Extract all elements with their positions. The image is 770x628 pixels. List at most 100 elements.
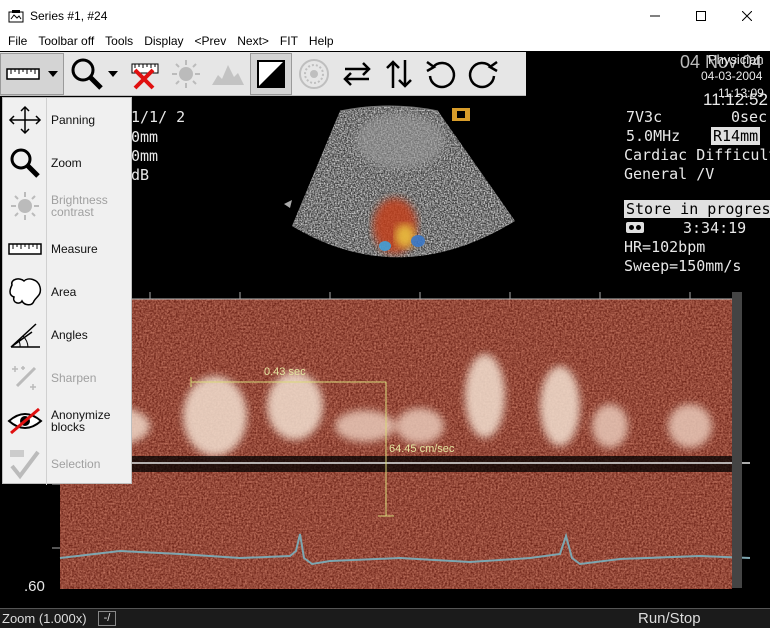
flip-vertical-button[interactable] (378, 53, 420, 95)
status-bar: Zoom (1.000x) -/→ Run/Stop (0, 608, 770, 628)
tool-anonymize[interactable]: Anonymize blocks (3, 399, 133, 442)
measure-time-label: 0.43 sec (264, 366, 306, 378)
brightness-icon (10, 191, 39, 220)
clear-measure-icon (131, 63, 159, 89)
rotate-left-icon (426, 60, 456, 88)
zoom-icon (10, 148, 40, 178)
close-icon (742, 10, 752, 21)
toolbar (0, 52, 526, 96)
dropdown-arrow-icon (48, 70, 58, 77)
app-icon (8, 9, 24, 22)
dropdown-arrow-icon (108, 70, 118, 77)
preset-label: Cardiac Difficult (624, 146, 770, 164)
exam-date: 04-03-2004 (701, 69, 763, 83)
left-info-1: 1/1/ 2 (131, 108, 186, 126)
tool-panning[interactable]: Panning (3, 98, 133, 141)
minimize-button[interactable] (632, 0, 678, 31)
tool-label: Angles (51, 327, 88, 342)
anonymize-icon (6, 407, 43, 434)
ruler-icon (6, 67, 40, 80)
tool-label: Sharpen (51, 370, 97, 385)
store-status: Store in progress (624, 200, 770, 218)
tool-selection: Selection (3, 442, 133, 485)
menu-prev[interactable]: <Prev (195, 34, 227, 48)
app-window: Series #1, #24 File Toolbar off Tools Di… (0, 0, 770, 628)
sector-marker-icon (284, 200, 292, 208)
menu-fit[interactable]: FIT (280, 34, 298, 48)
zoom-tool-button[interactable] (64, 53, 124, 95)
tool-measure[interactable]: Measure (3, 227, 133, 270)
sweep-speed: Sweep=150mm/s (624, 257, 742, 275)
maximize-icon (696, 10, 706, 21)
menu-display[interactable]: Display (144, 34, 183, 48)
next-frame-button[interactable]: -/→ (98, 611, 116, 628)
pattern-button[interactable] (292, 53, 336, 95)
brightness-button[interactable] (166, 53, 206, 95)
rotate-right-button[interactable] (462, 53, 504, 95)
ruler-icon (7, 242, 42, 255)
histogram-icon (212, 64, 244, 85)
menu-bar: File Toolbar off Tools Display <Prev Nex… (0, 31, 770, 51)
flip-horizontal-icon (343, 61, 371, 86)
probe-name: 7V3c (626, 108, 663, 126)
left-info-4: dB (131, 166, 150, 184)
menu-tools[interactable]: Tools (105, 34, 133, 48)
tool-label: Panning (51, 112, 96, 127)
zoom-icon (71, 58, 103, 90)
time-sec: 0sec (731, 108, 768, 126)
tool-angles[interactable]: Angles (3, 313, 133, 356)
menu-toolbar-off[interactable]: Toolbar off (38, 34, 94, 48)
close-button[interactable] (724, 0, 770, 31)
physician-label: Physician (708, 52, 764, 67)
zoom-status: Zoom (1.000x) (2, 611, 87, 626)
angle-icon (9, 322, 40, 348)
run-stop-button[interactable]: Run/Stop (638, 610, 701, 627)
left-info-3: 0mm (131, 147, 159, 165)
elapsed-time: 3:34:19 (683, 219, 747, 237)
left-info-2: 0mm (131, 128, 159, 146)
tool-label: Brightness contrast (51, 192, 108, 219)
frequency: 5.0MHz (626, 127, 681, 145)
mode-label: General /V (624, 165, 715, 183)
tool-zoom[interactable]: Zoom (3, 141, 133, 184)
pan-icon (8, 105, 41, 134)
title-bar: Series #1, #24 (0, 0, 770, 31)
rotate-left-button[interactable] (420, 53, 462, 95)
clear-measure-button[interactable] (124, 53, 166, 95)
invert-icon (257, 59, 285, 88)
menu-file[interactable]: File (8, 34, 27, 48)
maximize-button[interactable] (678, 0, 724, 31)
heart-rate: HR=102bpm (624, 238, 706, 256)
measure-velocity-label: 64.45 cm/sec (389, 443, 455, 455)
exam-time: 11:12:52 (703, 90, 768, 109)
flip-horizontal-button[interactable] (336, 53, 378, 95)
tool-area[interactable]: Area (3, 270, 133, 313)
histogram-button[interactable] (206, 53, 250, 95)
menu-next[interactable]: Next> (237, 34, 269, 48)
depth-label: R14mm (711, 127, 761, 145)
tape-icon (626, 222, 644, 233)
menu-help[interactable]: Help (309, 34, 334, 48)
scroll-track[interactable] (732, 292, 742, 588)
flip-vertical-icon (386, 59, 412, 88)
minimize-icon (650, 15, 660, 16)
invert-button[interactable] (250, 52, 292, 95)
brightness-icon (172, 59, 200, 88)
tool-menu: Panning Zoom Brightness contrast Measure (2, 97, 133, 485)
sector-image (292, 106, 515, 258)
pattern-icon (299, 58, 329, 89)
tool-label: Measure (51, 241, 98, 256)
window-title: Series #1, #24 (30, 8, 108, 23)
scale-label: .60 (24, 578, 45, 595)
wand-icon (11, 365, 36, 390)
tool-label: Zoom (51, 155, 82, 170)
measure-tool-button[interactable] (0, 52, 64, 95)
tool-label: Anonymize blocks (51, 407, 111, 434)
rotate-right-icon (468, 60, 498, 88)
tool-brightness: Brightness contrast (3, 184, 133, 227)
area-icon (8, 277, 41, 305)
tool-label: Selection (51, 456, 101, 471)
tool-label: Area (51, 284, 77, 299)
selection-icon (9, 449, 40, 479)
tool-sharpen: Sharpen (3, 356, 133, 399)
